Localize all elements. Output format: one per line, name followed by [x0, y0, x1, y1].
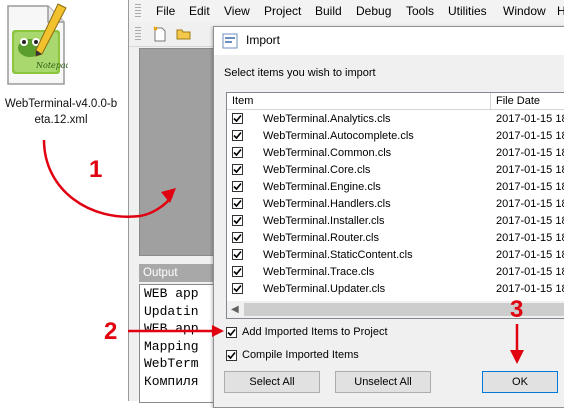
menu-debug[interactable]: Debug — [356, 4, 391, 18]
item-file-date: 2017-01-15 18 — [496, 283, 564, 295]
menu-help[interactable]: H — [557, 4, 564, 18]
menu-file[interactable]: File — [156, 4, 175, 18]
item-file-date: 2017-01-15 18 — [496, 249, 564, 261]
checkmark-icon — [233, 182, 242, 191]
item-file-date: 2017-01-15 18 — [496, 147, 564, 159]
dialog-instruction: Select items you wish to import — [224, 67, 376, 79]
step-1-label: 1 — [89, 156, 103, 183]
item-name: WebTerminal.Analytics.cls — [263, 113, 391, 125]
item-name: WebTerminal.Trace.cls — [263, 266, 375, 278]
list-item[interactable]: WebTerminal.Installer.cls 2017-01-15 18 — [227, 213, 564, 230]
item-checkbox[interactable] — [232, 249, 243, 260]
item-file-date: 2017-01-15 18 — [496, 130, 564, 142]
compile-label: Compile Imported Items — [242, 349, 359, 361]
item-file-date: 2017-01-15 18 — [496, 198, 564, 210]
item-checkbox[interactable] — [232, 232, 243, 243]
checkmark-icon — [233, 284, 242, 293]
item-file-date: 2017-01-15 18 — [496, 164, 564, 176]
column-header-item[interactable]: Item — [227, 93, 490, 110]
item-checkbox[interactable] — [232, 130, 243, 141]
item-checkbox[interactable] — [232, 181, 243, 192]
item-checkbox[interactable] — [232, 147, 243, 158]
item-checkbox[interactable] — [232, 164, 243, 175]
svg-text:Notepad++: Notepad++ — [35, 61, 68, 70]
add-to-project-label: Add Imported Items to Project — [242, 326, 388, 338]
item-checkbox[interactable] — [232, 113, 243, 124]
checkmark-icon — [227, 351, 236, 360]
dialog-title-bar[interactable]: Import — [214, 27, 564, 55]
import-app-icon — [222, 33, 238, 49]
menu-build[interactable]: Build — [315, 4, 342, 18]
list-item[interactable]: WebTerminal.Engine.cls 2017-01-15 18 — [227, 179, 564, 196]
step-3-label: 3 — [510, 296, 524, 323]
list-item[interactable]: WebTerminal.Trace.cls 2017-01-15 18 — [227, 264, 564, 281]
list-item[interactable]: WebTerminal.Core.cls 2017-01-15 18 — [227, 162, 564, 179]
list-item[interactable]: WebTerminal.Handlers.cls 2017-01-15 18 — [227, 196, 564, 213]
open-folder-icon[interactable] — [175, 25, 193, 43]
checkmark-icon — [233, 131, 242, 140]
item-name: WebTerminal.Autocomplete.cls — [263, 130, 414, 142]
checkmark-icon — [233, 199, 242, 208]
new-file-icon[interactable] — [151, 25, 169, 43]
menu-grip — [135, 4, 141, 18]
select-all-button[interactable]: Select All — [224, 371, 320, 393]
add-to-project-checkbox[interactable] — [226, 327, 237, 338]
step-2-label: 2 — [104, 318, 118, 345]
item-name: WebTerminal.Core.cls — [263, 164, 371, 176]
compile-checkbox[interactable] — [226, 350, 237, 361]
desktop-file-label: WebTerminal-v4.0.0-beta.12.xml — [4, 98, 118, 126]
import-dialog: Import Select items you wish to import I… — [213, 26, 564, 408]
checkmark-icon — [233, 216, 242, 225]
checkmark-icon — [233, 165, 242, 174]
item-name: WebTerminal.Installer.cls — [263, 215, 385, 227]
list-item[interactable]: WebTerminal.Analytics.cls 2017-01-15 18 — [227, 111, 564, 128]
import-items-list[interactable]: Item File Date WebTerminal.Analytics.cls… — [226, 92, 564, 319]
checkmark-icon — [233, 233, 242, 242]
checkmark-icon — [233, 114, 242, 123]
menu-utilities[interactable]: Utilities — [448, 4, 487, 18]
scroll-left-icon[interactable]: ◀ — [231, 304, 239, 315]
item-file-date: 2017-01-15 18 — [496, 232, 564, 244]
menu-project[interactable]: Project — [264, 4, 301, 18]
menu-window[interactable]: Window — [503, 4, 546, 18]
list-item[interactable]: WebTerminal.StaticContent.cls 2017-01-15 … — [227, 247, 564, 264]
item-name: WebTerminal.Handlers.cls — [263, 198, 391, 210]
item-checkbox[interactable] — [232, 266, 243, 277]
item-checkbox[interactable] — [232, 283, 243, 294]
menu-bar: File Edit View Project Build Debug Tools… — [129, 0, 564, 22]
desktop-file-icon[interactable]: Notepad++ WebTerminal-v4.0.0-beta.12.xml — [0, 0, 128, 135]
checkmark-icon — [233, 250, 242, 259]
item-file-date: 2017-01-15 18 — [496, 181, 564, 193]
checkmark-icon — [233, 148, 242, 157]
unselect-all-button[interactable]: Unselect All — [335, 371, 431, 393]
item-file-date: 2017-01-15 18 — [496, 215, 564, 227]
ok-button[interactable]: OK — [482, 371, 558, 393]
menu-edit[interactable]: Edit — [189, 4, 210, 18]
item-name: WebTerminal.Router.cls — [263, 232, 379, 244]
item-name: WebTerminal.Updater.cls — [263, 283, 386, 295]
list-item[interactable]: WebTerminal.Autocomplete.cls 2017-01-15 1… — [227, 128, 564, 145]
column-header-file-date[interactable]: File Date — [491, 93, 564, 110]
toolbar-grip — [135, 27, 141, 41]
item-name: WebTerminal.Engine.cls — [263, 181, 381, 193]
menu-tools[interactable]: Tools — [406, 4, 434, 18]
list-item[interactable]: WebTerminal.Router.cls 2017-01-15 18 — [227, 230, 564, 247]
list-item[interactable]: WebTerminal.Common.cls 2017-01-15 18 — [227, 145, 564, 162]
checkmark-icon — [227, 328, 236, 337]
item-checkbox[interactable] — [232, 198, 243, 209]
item-file-date: 2017-01-15 18 — [496, 113, 564, 125]
dialog-title: Import — [246, 33, 281, 47]
item-name: WebTerminal.StaticContent.cls — [263, 249, 413, 261]
checkmark-icon — [233, 267, 242, 276]
item-name: WebTerminal.Common.cls — [263, 147, 392, 159]
item-file-date: 2017-01-15 18 — [496, 266, 564, 278]
item-checkbox[interactable] — [232, 215, 243, 226]
notepad-plus-plus-file-icon: Notepad++ — [7, 3, 68, 85]
menu-view[interactable]: View — [224, 4, 250, 18]
